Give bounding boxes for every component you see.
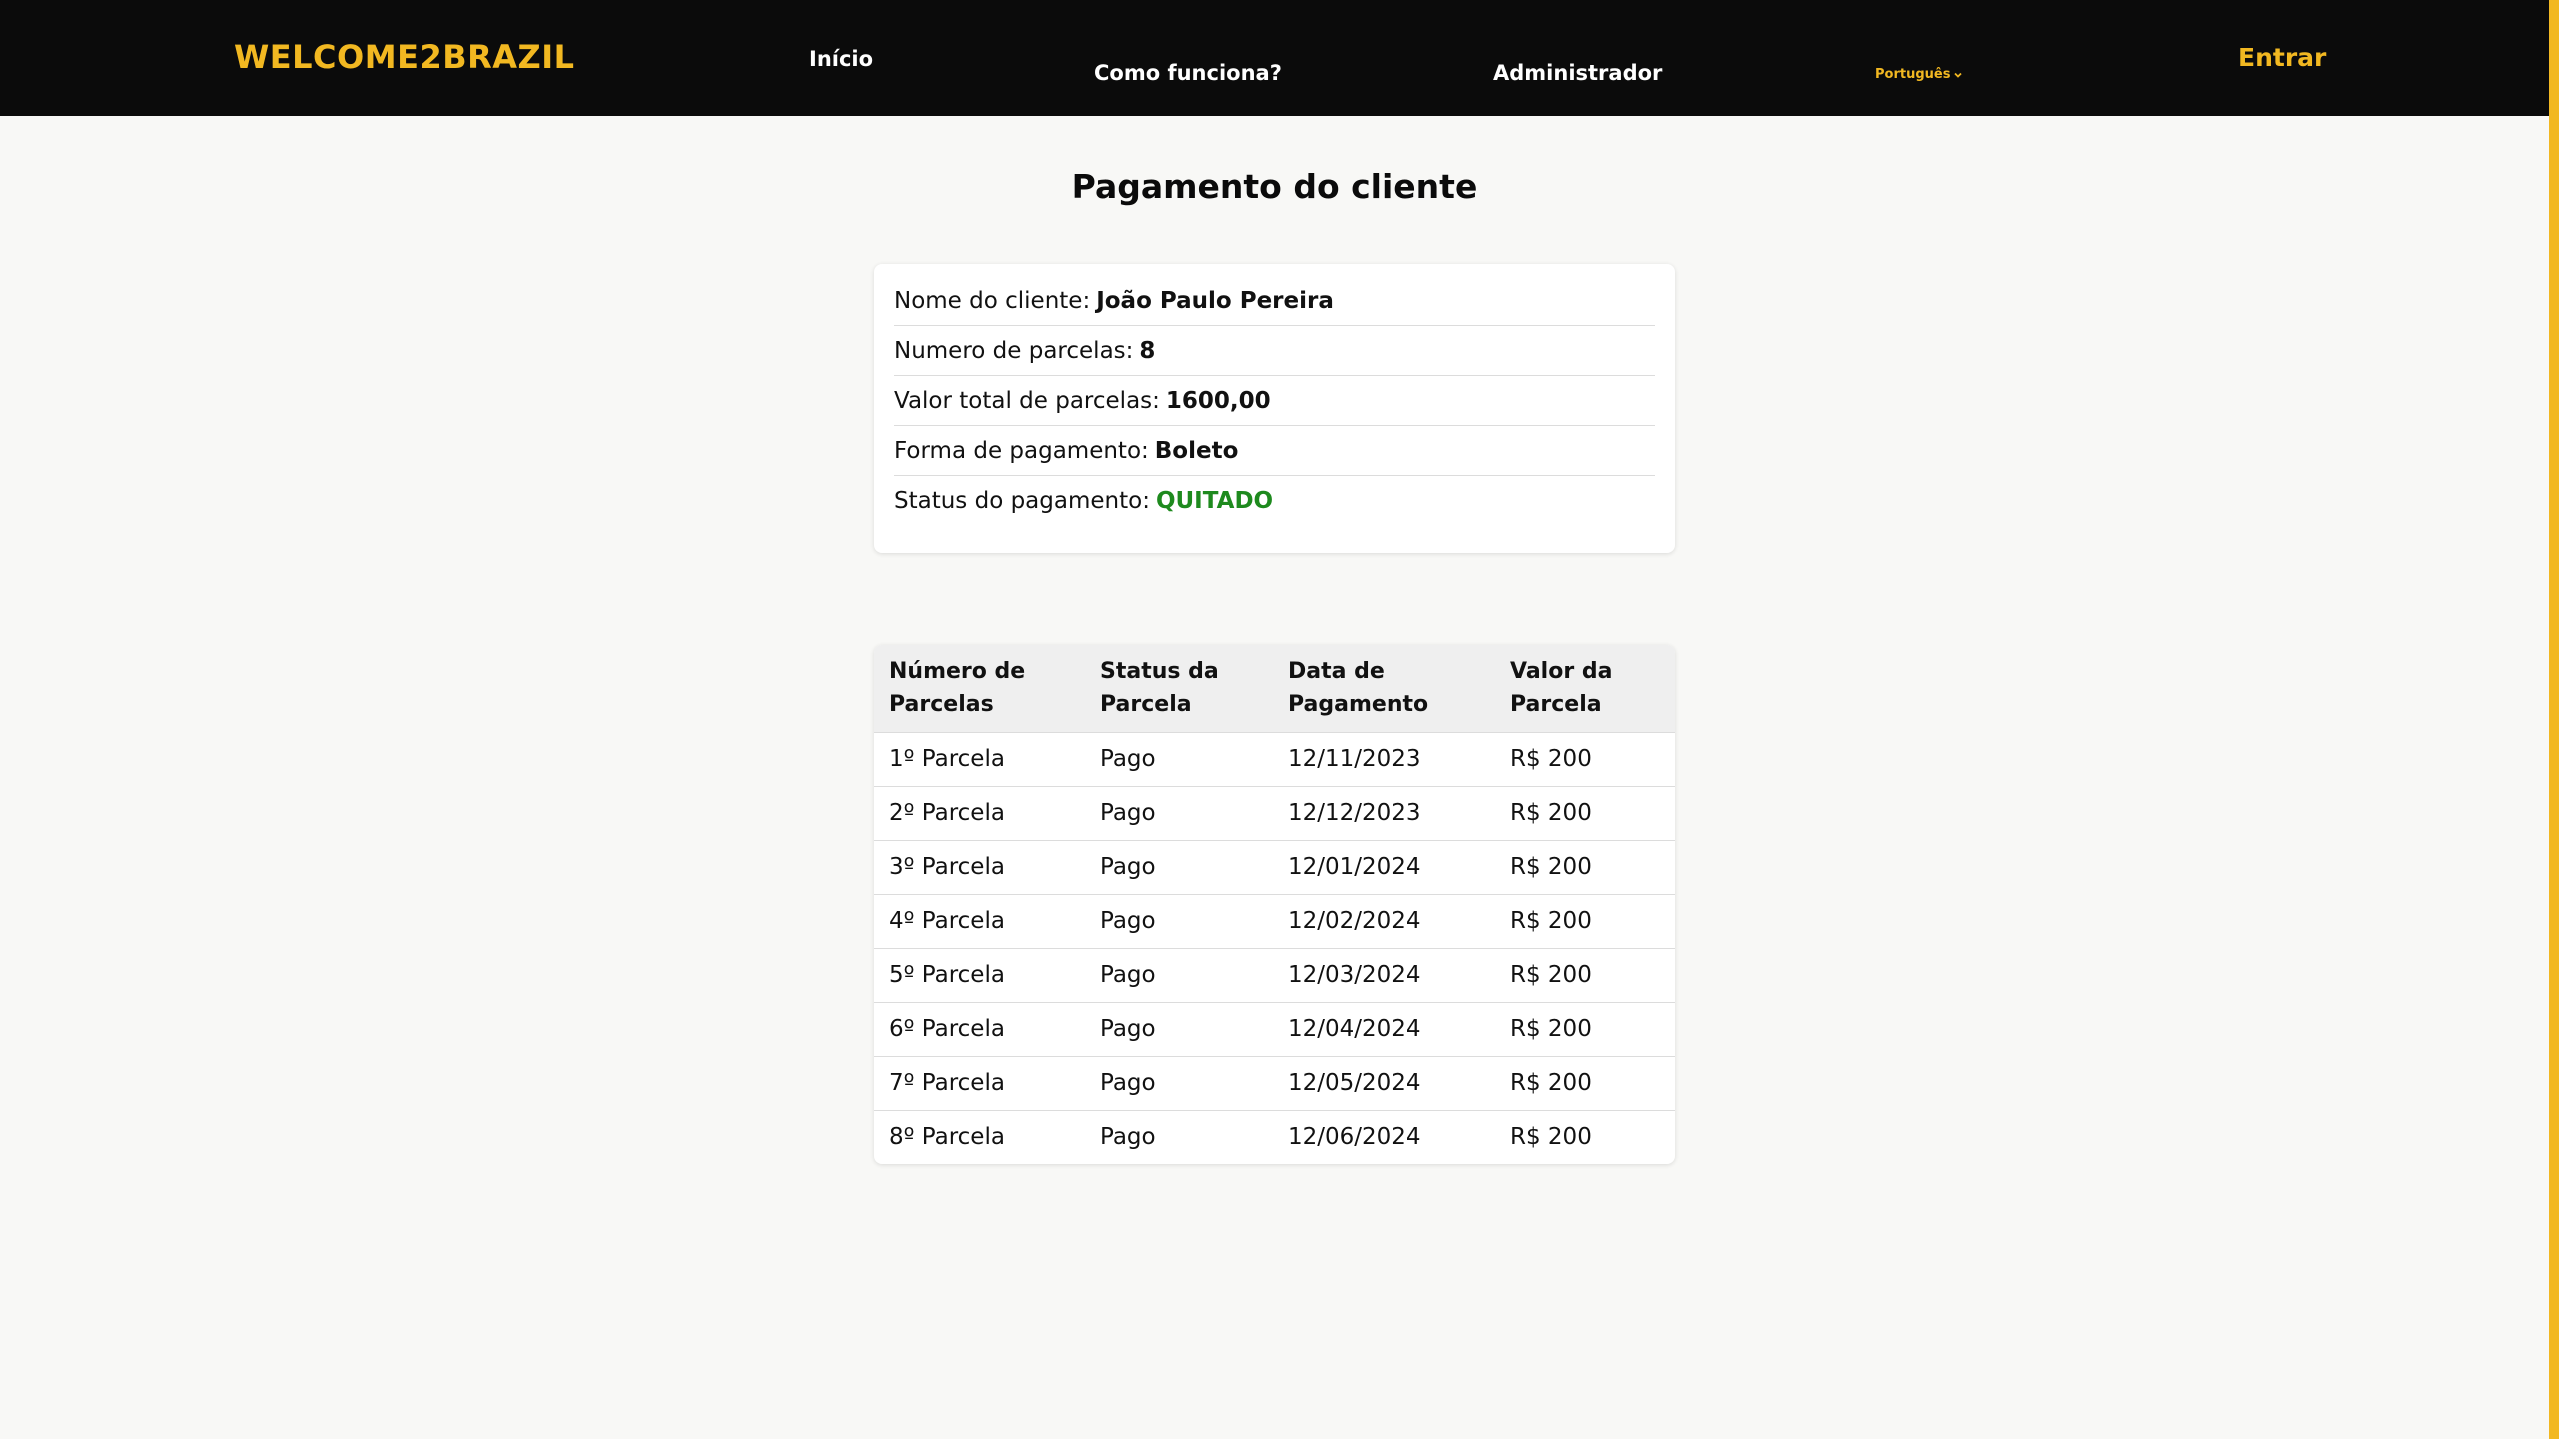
table-row: 7º Parcela Pago 12/05/2024 R$ 200	[874, 1055, 1675, 1110]
top-navbar: WELCOME2BRAZIL Início Como funciona? Adm…	[0, 0, 2549, 116]
column-header-date: Data de Pagamento	[1288, 659, 1429, 718]
language-selector[interactable]: Português	[1875, 67, 1963, 82]
table-row: 3º Parcela Pago 12/01/2024 R$ 200	[874, 839, 1675, 894]
status-cell: Pago	[1085, 947, 1273, 1002]
scrollbar[interactable]	[2549, 0, 2559, 1439]
column-header-installment: Número de Parcelas	[889, 659, 1026, 718]
installment-cell: 2º Parcela	[874, 785, 1085, 840]
installments-table-card: Número de Parcelas Status da Parcela Dat…	[874, 645, 1675, 1164]
installment-cell: 7º Parcela	[874, 1055, 1085, 1110]
date-cell: 12/06/2024	[1273, 1109, 1495, 1164]
nav-home-link[interactable]: Início	[809, 47, 873, 71]
summary-label: Status do pagamento:	[894, 488, 1150, 514]
value-cell: R$ 200	[1495, 785, 1675, 840]
installment-cell: 4º Parcela	[874, 893, 1085, 948]
total-value: 1600,00	[1165, 387, 1271, 414]
language-label: Português	[1875, 67, 1951, 82]
nav-admin-link[interactable]: Administrador	[1493, 61, 1662, 85]
status-cell: Pago	[1085, 731, 1273, 786]
installment-cell: 1º Parcela	[874, 731, 1085, 786]
date-cell: 12/11/2023	[1273, 731, 1495, 786]
summary-row-installments: Numero de parcelas: 8	[894, 326, 1655, 376]
value-cell: R$ 200	[1495, 1055, 1675, 1110]
status-cell: Pago	[1085, 1001, 1273, 1056]
summary-row-payment-method: Forma de pagamento: Boleto	[894, 426, 1655, 476]
date-cell: 12/03/2024	[1273, 947, 1495, 1002]
nav-how-it-works-link[interactable]: Como funciona?	[1094, 61, 1282, 85]
installment-cell: 6º Parcela	[874, 1001, 1085, 1056]
column-header-status: Status da Parcela	[1100, 659, 1219, 718]
payment-status-badge: QUITADO	[1155, 488, 1274, 514]
installment-cell: 5º Parcela	[874, 947, 1085, 1002]
summary-row-client-name: Nome do cliente: João Paulo Pereira	[894, 276, 1655, 326]
chevron-down-icon	[1954, 72, 1963, 78]
summary-row-total: Valor total de parcelas: 1600,00	[894, 376, 1655, 426]
installment-cell: 3º Parcela	[874, 839, 1085, 894]
date-cell: 12/04/2024	[1273, 1001, 1495, 1056]
brand-logo[interactable]: WELCOME2BRAZIL	[234, 38, 575, 76]
login-button[interactable]: Entrar	[2238, 43, 2326, 72]
status-cell: Pago	[1085, 785, 1273, 840]
summary-label: Nome do cliente:	[894, 287, 1091, 314]
table-row: 6º Parcela Pago 12/04/2024 R$ 200	[874, 1001, 1675, 1056]
value-cell: R$ 200	[1495, 731, 1675, 786]
summary-label: Forma de pagamento:	[894, 437, 1149, 464]
page: WELCOME2BRAZIL Início Como funciona? Adm…	[0, 0, 2559, 1439]
page-title: Pagamento do cliente	[1071, 167, 1478, 206]
table-row: 8º Parcela Pago 12/06/2024 R$ 200	[874, 1109, 1675, 1164]
client-name-value: João Paulo Pereira	[1096, 287, 1334, 314]
value-cell: R$ 200	[1495, 893, 1675, 948]
table-header-row: Número de Parcelas Status da Parcela Dat…	[874, 645, 1675, 732]
column-header-value: Valor da Parcela	[1510, 659, 1613, 718]
table-row: 5º Parcela Pago 12/03/2024 R$ 200	[874, 947, 1675, 1002]
installment-cell: 8º Parcela	[874, 1109, 1085, 1164]
date-cell: 12/12/2023	[1273, 785, 1495, 840]
value-cell: R$ 200	[1495, 839, 1675, 894]
status-cell: Pago	[1085, 1109, 1273, 1164]
date-cell: 12/05/2024	[1273, 1055, 1495, 1110]
table-row: 2º Parcela Pago 12/12/2023 R$ 200	[874, 785, 1675, 840]
value-cell: R$ 200	[1495, 1001, 1675, 1056]
table-row: 1º Parcela Pago 12/11/2023 R$ 200	[874, 731, 1675, 786]
date-cell: 12/01/2024	[1273, 839, 1495, 894]
summary-label: Numero de parcelas:	[894, 337, 1134, 364]
status-cell: Pago	[1085, 839, 1273, 894]
table-row: 4º Parcela Pago 12/02/2024 R$ 200	[874, 893, 1675, 948]
summary-label: Valor total de parcelas:	[894, 387, 1160, 414]
payment-summary-card: Nome do cliente: João Paulo Pereira Nume…	[874, 264, 1675, 553]
summary-row-payment-status: Status do pagamento: QUITADO	[894, 476, 1655, 526]
installments-count-value: 8	[1139, 337, 1156, 364]
status-cell: Pago	[1085, 1055, 1273, 1110]
status-cell: Pago	[1085, 893, 1273, 948]
value-cell: R$ 200	[1495, 1109, 1675, 1164]
payment-method-value: Boleto	[1154, 437, 1239, 464]
installments-table: Número de Parcelas Status da Parcela Dat…	[874, 645, 1675, 1164]
value-cell: R$ 200	[1495, 947, 1675, 1002]
date-cell: 12/02/2024	[1273, 893, 1495, 948]
